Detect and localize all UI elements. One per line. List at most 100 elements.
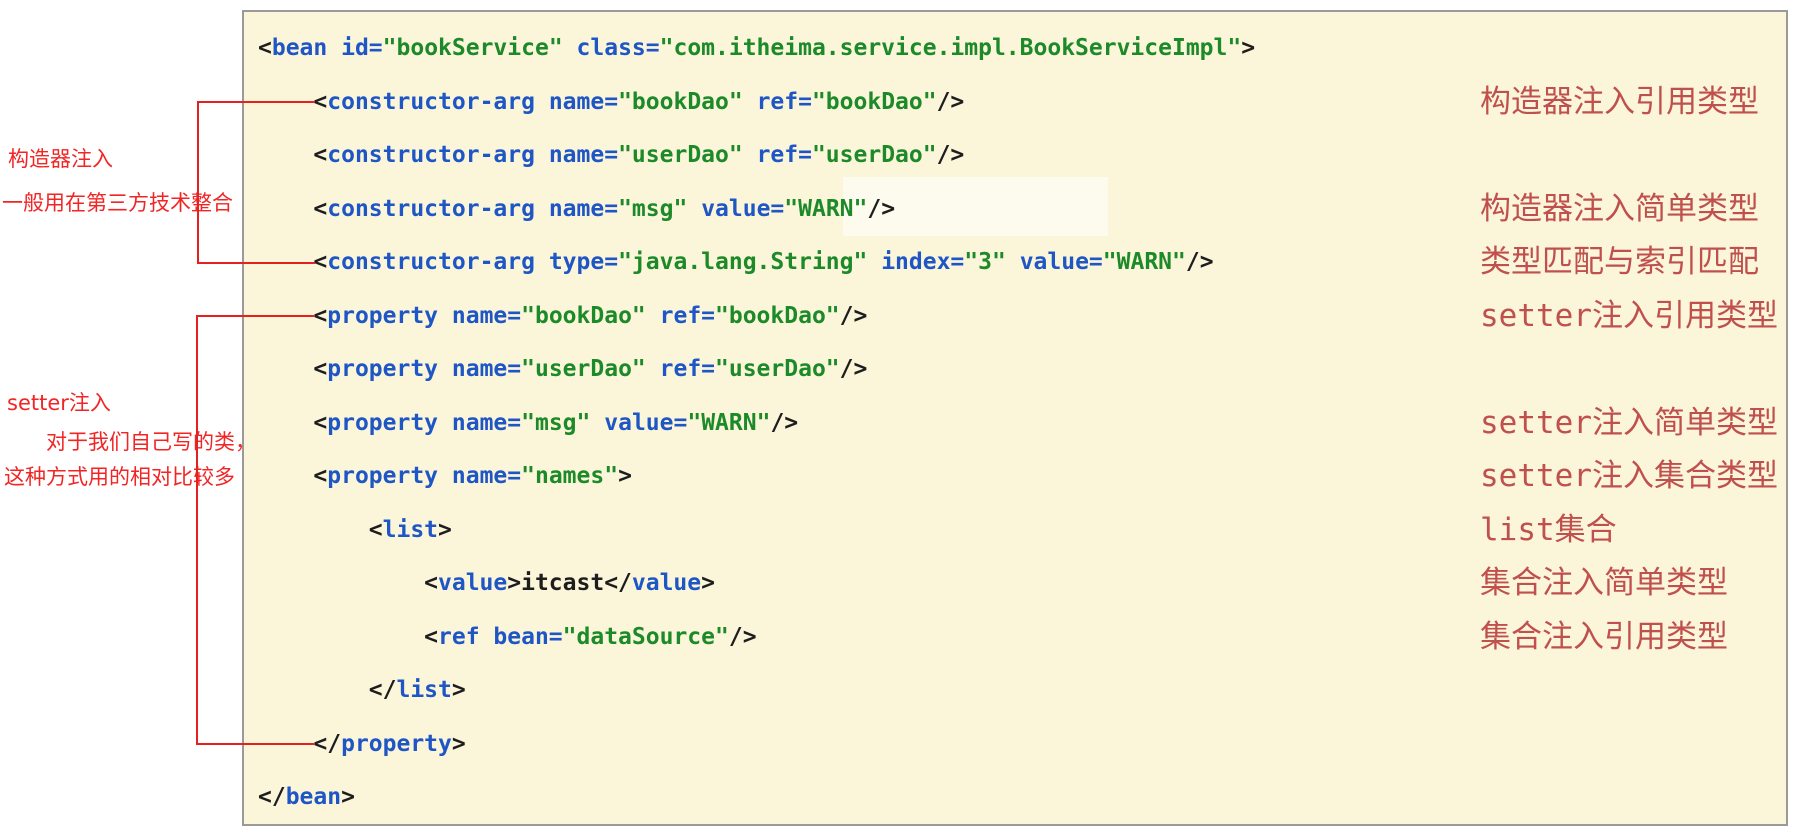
xml-plain-token: >itcast</ xyxy=(507,570,632,596)
line-annotation-label: setter注入引用类型 xyxy=(1480,297,1778,334)
xml-plain-token: < xyxy=(258,195,328,222)
xml-name-token: property xyxy=(341,730,452,757)
xml-value-token: "com.itheima.service.impl.BookServiceImp… xyxy=(659,35,1242,61)
xml-plain-token: /> xyxy=(839,356,868,382)
xml-plain-token xyxy=(590,410,604,436)
setter-bracket-bottom-line xyxy=(196,743,314,745)
xml-value-token: "bookDao" xyxy=(618,88,743,115)
xml-name-token: constructor-arg xyxy=(327,142,535,168)
code-line: </bean> xyxy=(258,771,1786,825)
setter-injection-note-desc1: 对于我们自己写的类， xyxy=(46,430,256,454)
xml-value-token: "WARN" xyxy=(1102,249,1186,275)
xml-plain-token: > xyxy=(701,570,715,596)
code-line: </list> xyxy=(258,664,1786,718)
xml-name-token: value= xyxy=(701,195,785,222)
xml-name-token: name= xyxy=(451,302,522,329)
xml-plain-token: > xyxy=(1241,35,1256,61)
xml-value-token: "bookService" xyxy=(382,35,563,61)
xml-plain-token xyxy=(563,35,577,61)
xml-name-token: bean= xyxy=(493,623,563,650)
xml-plain-token xyxy=(743,142,757,168)
xml-plain-token: < xyxy=(258,623,439,650)
constructor-bracket-top-line xyxy=(197,101,315,103)
setter-bracket-vertical-line xyxy=(196,315,198,745)
xml-code-block: <bean id="bookService" class="com.itheim… xyxy=(242,10,1788,826)
xml-value-token: "msg" xyxy=(618,195,688,222)
xml-value-token: "userDao" xyxy=(715,356,840,382)
xml-plain-token xyxy=(646,356,660,382)
xml-plain-token xyxy=(535,196,549,222)
xml-name-token: name= xyxy=(548,88,619,115)
line-annotation-label: 集合注入简单类型 xyxy=(1480,565,1728,601)
slide-canvas: <bean id="bookService" class="com.itheim… xyxy=(0,0,1817,829)
xml-plain-token xyxy=(1006,249,1020,275)
xml-plain-token: /> xyxy=(867,195,896,222)
xml-name-token: constructor-arg xyxy=(327,88,535,115)
xml-plain-token: </ xyxy=(258,677,397,703)
xml-plain-token: /> xyxy=(1185,249,1214,275)
xml-value-token: "userDao" xyxy=(521,356,646,382)
line-annotation-label: setter注入集合类型 xyxy=(1480,458,1778,494)
constructor-bracket-vertical-line xyxy=(197,101,199,264)
xml-plain-token: < xyxy=(258,142,328,168)
xml-name-token: name= xyxy=(451,409,522,436)
xml-plain-token: > xyxy=(451,677,466,703)
xml-plain-token: > xyxy=(451,730,466,757)
xml-plain-token xyxy=(438,303,452,329)
xml-value-token: "userDao" xyxy=(618,142,743,168)
xml-plain-token: /> xyxy=(839,302,868,329)
xml-plain-token xyxy=(438,410,452,436)
xml-name-token: name= xyxy=(451,356,522,382)
xml-value-token: "msg" xyxy=(521,409,591,436)
xml-plain-token: > xyxy=(618,463,632,489)
xml-name-token: ref= xyxy=(659,302,716,329)
xml-value-token: "bookDao" xyxy=(521,302,646,329)
line-annotation-label: 集合注入引用类型 xyxy=(1480,618,1728,655)
setter-injection-note-desc2: 这种方式用的相对比较多 xyxy=(4,465,235,489)
xml-plain-token: </ xyxy=(258,784,286,810)
setter-injection-note-title: setter注入 xyxy=(7,391,111,415)
xml-name-token: name= xyxy=(548,195,619,222)
xml-plain-token xyxy=(867,249,881,275)
code-line: <bean id="bookService" class="com.itheim… xyxy=(258,22,1786,76)
xml-plain-token: /> xyxy=(936,142,965,168)
xml-value-token: "3" xyxy=(964,249,1006,275)
xml-name-token: ref xyxy=(438,623,480,650)
xml-plain-token xyxy=(480,624,494,650)
xml-name-token: bean xyxy=(271,35,328,61)
xml-plain-token: < xyxy=(258,409,328,436)
xml-plain-token: < xyxy=(258,35,272,61)
code-line: <constructor-arg name="userDao" ref="use… xyxy=(258,129,1786,183)
xml-plain-token: < xyxy=(258,463,328,489)
xml-name-token: property xyxy=(327,409,439,436)
xml-plain-token: /> xyxy=(728,623,757,650)
xml-plain-token xyxy=(535,89,549,115)
xml-name-token: index= xyxy=(881,249,965,275)
xml-value-token: "WARN" xyxy=(784,195,868,222)
xml-name-token: list xyxy=(396,677,452,703)
xml-name-token: value= xyxy=(1019,249,1103,275)
xml-plain-token xyxy=(535,249,549,275)
xml-plain-token xyxy=(438,356,452,382)
xml-plain-token xyxy=(535,142,549,168)
xml-plain-token: > xyxy=(438,516,452,543)
line-annotation-label: 构造器注入引用类型 xyxy=(1480,83,1759,120)
xml-name-token: id= xyxy=(341,35,383,61)
line-annotation-label: setter注入简单类型 xyxy=(1480,404,1778,441)
xml-name-token: property xyxy=(327,356,439,382)
xml-name-token: name= xyxy=(548,142,619,168)
xml-value-token: "names" xyxy=(521,463,619,489)
xml-name-token: bean xyxy=(285,784,342,810)
xml-name-token: value= xyxy=(604,409,688,436)
xml-name-token: property xyxy=(327,463,439,489)
xml-plain-token xyxy=(687,196,701,222)
xml-plain-token: /> xyxy=(936,88,965,115)
xml-plain-token: /> xyxy=(770,409,799,436)
xml-name-token: list xyxy=(382,516,439,543)
xml-name-token: constructor-arg xyxy=(327,249,535,275)
xml-plain-token: > xyxy=(341,784,355,810)
xml-plain-token xyxy=(438,463,452,489)
line-annotation-label: list集合 xyxy=(1480,511,1617,548)
xml-value-token: "bookDao" xyxy=(715,302,840,329)
xml-value-token: "dataSource" xyxy=(562,623,729,650)
